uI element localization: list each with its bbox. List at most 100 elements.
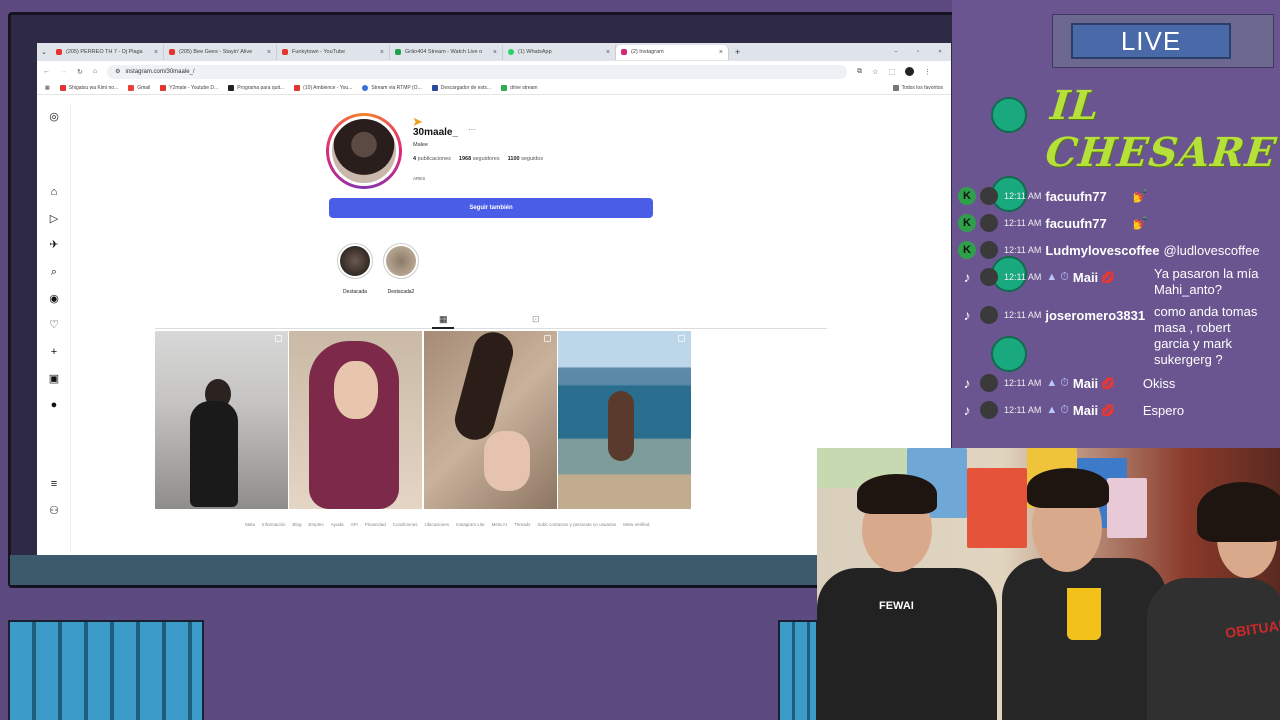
decor-dot (991, 336, 1027, 372)
folder-icon (892, 85, 899, 91)
bookmark-star-icon[interactable]: ☆ (872, 68, 878, 76)
meta-threads-icon[interactable]: ⚇ (48, 505, 60, 517)
explore-icon[interactable]: ◉ (48, 293, 60, 305)
hair (1027, 468, 1109, 508)
post-thumbnail[interactable] (155, 331, 288, 509)
close-tab-icon[interactable]: × (154, 49, 158, 56)
create-icon[interactable]: + (48, 346, 60, 358)
instagram-icon (621, 49, 627, 55)
tiktok-icon: ♪ (963, 375, 971, 391)
browser-tab[interactable]: (205) Bee Gees - Stayin' Alive × (164, 44, 277, 60)
profile-avatar-icon[interactable]: ● (48, 399, 60, 411)
apps-grid-icon[interactable]: ▦ (45, 85, 50, 91)
y2mate-icon (160, 85, 167, 91)
footer-link[interactable]: Información (262, 522, 286, 527)
reels-icon[interactable]: ▷ (48, 213, 60, 225)
bookmark-item[interactable]: Descargador de ests... (431, 85, 491, 91)
bookmark-item[interactable]: Stream via RTMP (O... (362, 85, 422, 91)
bookmark-item[interactable]: Gmail (128, 85, 150, 91)
user-avatar (980, 187, 998, 205)
new-tab-icon[interactable]: + (735, 47, 740, 57)
footer-link[interactable]: Meta AI (492, 522, 507, 527)
footer-link[interactable]: API (351, 522, 358, 527)
close-tab-icon[interactable]: × (267, 49, 271, 56)
decor-panel-right (778, 620, 818, 720)
bookmark-item[interactable]: Y2mate - Youtube D... (160, 85, 218, 91)
post-thumbnail[interactable] (424, 327, 557, 509)
footer-link[interactable]: Instagram Lite (456, 522, 485, 527)
browser-tab[interactable]: Grão404 Stream - Watch Live o × (390, 44, 503, 60)
story-highlight[interactable]: Destacada (336, 243, 374, 295)
menu-icon[interactable]: ≡ (48, 478, 60, 490)
forward-icon[interactable]: → (60, 68, 67, 75)
close-window-icon[interactable]: × (929, 49, 951, 55)
footer-link[interactable]: Condiciones (393, 522, 418, 527)
decor-panel-left (8, 620, 204, 720)
search-icon[interactable]: ⌕ (48, 266, 60, 278)
footer-link[interactable]: Privacidad (365, 522, 386, 527)
back-icon[interactable]: ← (43, 68, 50, 75)
footer-link[interactable]: Subir contactos y personas no usuarias (537, 522, 616, 527)
close-tab-icon[interactable]: × (719, 49, 723, 56)
footer-link[interactable]: Meta Verified (623, 522, 649, 527)
browser-tab[interactable]: (205) PERREO TH 7 - Dj Plaga × (51, 44, 164, 60)
close-tab-icon[interactable]: × (493, 49, 497, 56)
tagged-tab-icon[interactable]: ⊡ (532, 314, 540, 325)
bookmark-item[interactable]: Shigatsu wa Kimi no... (59, 85, 118, 91)
yellow-cup (1067, 588, 1101, 640)
post-thumbnail[interactable] (558, 331, 691, 509)
bookmark-item[interactable]: Programa para quit... (228, 85, 284, 91)
close-tab-icon[interactable]: × (380, 49, 384, 56)
extensions-icon[interactable]: ⬚ (888, 68, 895, 76)
maximize-icon[interactable]: ▫ (907, 49, 929, 55)
download-icon (431, 85, 438, 91)
post-thumbnail[interactable] (289, 331, 422, 509)
tiktok-icon: ♪ (963, 269, 971, 285)
reload-icon[interactable]: ↻ (77, 68, 83, 76)
install-icon[interactable]: ⧉ (857, 68, 862, 76)
footer-link[interactable]: Empleo (309, 522, 324, 527)
home-icon[interactable]: ⌂ (48, 186, 60, 198)
close-tab-icon[interactable]: × (606, 49, 610, 56)
multi-photo-icon (275, 335, 282, 342)
browser-tab[interactable]: (1) WhatsApp × (503, 44, 616, 60)
hair (857, 474, 937, 514)
footer-link[interactable]: Threads (514, 522, 531, 527)
home-icon[interactable]: ⌂ (93, 68, 97, 75)
bookmark-item[interactable]: drive stream (501, 85, 538, 91)
dashboard-icon[interactable]: ▣ (48, 373, 60, 385)
follow-back-button[interactable]: Seguir también (329, 198, 653, 218)
site-info-icon[interactable]: ⚙ (115, 68, 120, 75)
footer-link[interactable]: Ayuda (331, 522, 344, 527)
notifications-heart-icon[interactable]: ♡ (48, 319, 60, 331)
profile-avatar[interactable] (905, 67, 915, 76)
followers-stat[interactable]: 1968 seguidores (459, 156, 500, 162)
menu-kebab-icon[interactable]: ⋮ (924, 68, 931, 76)
footer-link[interactable]: Meta (245, 522, 255, 527)
tab-search-icon[interactable]: ⌄ (37, 48, 51, 56)
posts-grid-tab-icon[interactable]: ▦ (439, 314, 448, 325)
active-tab-indicator (432, 327, 454, 329)
badge-icons: ▲ ⏱ (1046, 403, 1069, 416)
messages-icon[interactable]: ✈ (48, 239, 60, 251)
profile-avatar[interactable] (326, 113, 402, 189)
footer-link[interactable]: Ubicaciones (425, 522, 450, 527)
more-options-icon[interactable]: ··· (468, 125, 476, 134)
chat-message: ♪ 12:11 AM ▲ ⏱ Maii 💋 Espero (958, 401, 1184, 419)
webcam-feed: FEWAI OBITUARY (817, 448, 1280, 720)
browser-tab-active[interactable]: (2) Instagram × (616, 44, 729, 60)
footer-link[interactable]: Blog (293, 522, 302, 527)
wall-poster (1107, 478, 1147, 538)
following-stat[interactable]: 1100 seguidos (508, 156, 544, 162)
minimize-icon[interactable]: – (885, 49, 907, 55)
bookmark-item[interactable]: (10) Ambience - You... (294, 85, 352, 91)
tab-strip: ⌄ (205) PERREO TH 7 - Dj Plaga × (205) Be… (37, 43, 951, 61)
story-highlight[interactable]: Destacada2 (382, 243, 420, 295)
user-avatar (980, 306, 998, 324)
multi-photo-icon (678, 335, 685, 342)
all-bookmarks[interactable]: Todos los favoritos (892, 85, 943, 91)
instagram-logo-icon[interactable]: ◎ (48, 111, 60, 123)
address-bar[interactable]: ⚙ instagram.com/30maale_/ (107, 64, 848, 79)
browser-tab[interactable]: Funkytown - YouTube × (277, 44, 390, 60)
frame-bottom-bar (10, 555, 820, 585)
